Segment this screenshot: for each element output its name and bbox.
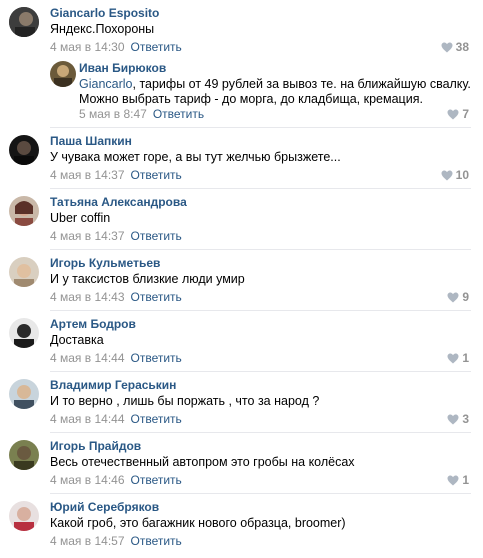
reply-button[interactable]: Ответить xyxy=(131,229,182,243)
comment-author[interactable]: Giancarlo Esposito xyxy=(50,6,159,20)
reply-button[interactable]: Ответить xyxy=(131,168,182,182)
comment-meta: 4 мая в 14:44 Ответить xyxy=(50,412,182,426)
avatar[interactable] xyxy=(9,7,39,37)
heart-icon xyxy=(447,475,459,485)
comment-item: Игорь Прайдов Весь отечественный автопро… xyxy=(0,433,483,494)
comment-meta: 4 мая в 14:46 Ответить xyxy=(50,473,182,487)
comment-meta: 4 мая в 14:57 Ответить xyxy=(50,534,182,548)
comment-date[interactable]: 4 мая в 14:46 xyxy=(50,473,125,487)
comment-author[interactable]: Игорь Кульметьев xyxy=(50,256,160,270)
reply-button[interactable]: Ответить xyxy=(131,290,182,304)
comment-item: Юрий Серебряков Какой гроб, это багажник… xyxy=(0,494,483,555)
comment-meta: 5 мая в 8:47 Ответить xyxy=(79,107,204,121)
comment-text-line: Можно выбрать тариф - до морга, до кладб… xyxy=(79,92,423,106)
comment-reply: Иван Бирюков Giancarlo, тарифы от 49 руб… xyxy=(0,55,483,128)
comment-meta: 4 мая в 14:43 Ответить xyxy=(50,290,182,304)
heart-icon xyxy=(447,353,459,363)
reply-button[interactable]: Ответить xyxy=(131,473,182,487)
reply-button[interactable]: Ответить xyxy=(131,534,182,548)
comment-author[interactable]: Юрий Серебряков xyxy=(50,500,159,514)
comment-author[interactable]: Игорь Прайдов xyxy=(50,439,141,453)
comment-date[interactable]: 4 мая в 14:44 xyxy=(50,351,125,365)
like-count: 10 xyxy=(455,168,469,182)
like-button[interactable]: 1 xyxy=(447,351,469,365)
like-button[interactable]: 1 xyxy=(447,473,469,487)
comment-author[interactable]: Татьяна Александрова xyxy=(50,195,187,209)
comment-text: Доставка xyxy=(50,333,104,347)
comment-item: Владимир Гераськин И то верно , лишь бы … xyxy=(0,372,483,433)
comment-text: Какой гроб, это багажник нового образца,… xyxy=(50,516,346,530)
like-button[interactable]: 38 xyxy=(441,40,469,54)
avatar[interactable] xyxy=(9,318,39,348)
heart-icon xyxy=(447,414,459,424)
comment-date[interactable]: 5 мая в 8:47 xyxy=(79,107,147,121)
comment-item: Паша Шапкин У чувака может горе, а вы ту… xyxy=(0,128,483,189)
like-count: 7 xyxy=(462,107,469,121)
comment-item: Артем Бодров Доставка 4 мая в 14:44 Ответ… xyxy=(0,311,483,372)
avatar[interactable] xyxy=(9,501,39,531)
reply-button[interactable]: Ответить xyxy=(131,412,182,426)
heart-icon xyxy=(447,109,459,119)
comment-text: И то верно , лишь бы поржать , что за на… xyxy=(50,394,320,408)
like-count: 9 xyxy=(462,290,469,304)
comment-meta: 4 мая в 14:30 Ответить xyxy=(50,40,182,54)
comment-text: Uber coffin xyxy=(50,211,111,225)
avatar[interactable] xyxy=(9,135,39,165)
comment-date[interactable]: 4 мая в 14:37 xyxy=(50,229,125,243)
reply-button[interactable]: Ответить xyxy=(131,351,182,365)
comment-date[interactable]: 4 мая в 14:30 xyxy=(50,40,125,54)
comment-date[interactable]: 4 мая в 14:37 xyxy=(50,168,125,182)
comment-author[interactable]: Паша Шапкин xyxy=(50,134,132,148)
avatar[interactable] xyxy=(9,257,39,287)
comments-list: Giancarlo Esposito Яндекс.Похороны 4 мая… xyxy=(0,0,483,555)
heart-icon xyxy=(447,292,459,302)
avatar[interactable] xyxy=(50,61,76,87)
comment-date[interactable]: 4 мая в 14:57 xyxy=(50,534,125,548)
comment-author[interactable]: Владимир Гераськин xyxy=(50,378,176,392)
comment-text-line: , тарифы от 49 рублей за вывоз те. на бл… xyxy=(132,77,471,91)
comment-date[interactable]: 4 мая в 14:44 xyxy=(50,412,125,426)
comment-item: Игорь Кульметьев И у таксистов близкие л… xyxy=(0,250,483,311)
comment-item: Giancarlo Esposito Яндекс.Похороны 4 мая… xyxy=(0,0,483,55)
like-button[interactable]: 7 xyxy=(447,107,469,121)
heart-icon xyxy=(441,170,453,180)
comment-item: Татьяна Александрова Uber coffin 4 мая в… xyxy=(0,189,483,250)
like-count: 3 xyxy=(462,412,469,426)
comment-meta: 4 мая в 14:44 Ответить xyxy=(50,351,182,365)
comment-meta: 4 мая в 14:37 Ответить xyxy=(50,229,182,243)
comment-date[interactable]: 4 мая в 14:43 xyxy=(50,290,125,304)
reply-button[interactable]: Ответить xyxy=(131,40,182,54)
comment-author[interactable]: Артем Бодров xyxy=(50,317,136,331)
like-count: 1 xyxy=(462,351,469,365)
comment-text: У чувака может горе, а вы тут желчью бры… xyxy=(50,150,341,164)
comment-text: И у таксистов близкие люди умир xyxy=(50,272,245,286)
like-count: 1 xyxy=(462,473,469,487)
avatar[interactable] xyxy=(9,379,39,409)
comment-text: Яндекс.Похороны xyxy=(50,22,155,36)
like-count: 38 xyxy=(455,40,469,54)
comment-author[interactable]: Иван Бирюков xyxy=(79,61,166,75)
avatar[interactable] xyxy=(9,196,39,226)
comment-meta: 4 мая в 14:37 Ответить xyxy=(50,168,182,182)
like-button[interactable]: 9 xyxy=(447,290,469,304)
comment-text: Giancarlo, тарифы от 49 рублей за вывоз … xyxy=(79,77,471,107)
heart-icon xyxy=(441,42,453,52)
like-button[interactable]: 10 xyxy=(441,168,469,182)
reply-button[interactable]: Ответить xyxy=(153,107,204,121)
mention-link[interactable]: Giancarlo xyxy=(79,77,133,91)
like-button[interactable]: 3 xyxy=(447,412,469,426)
comment-text: Весь отечественный автопром это гробы на… xyxy=(50,455,355,469)
avatar[interactable] xyxy=(9,440,39,470)
